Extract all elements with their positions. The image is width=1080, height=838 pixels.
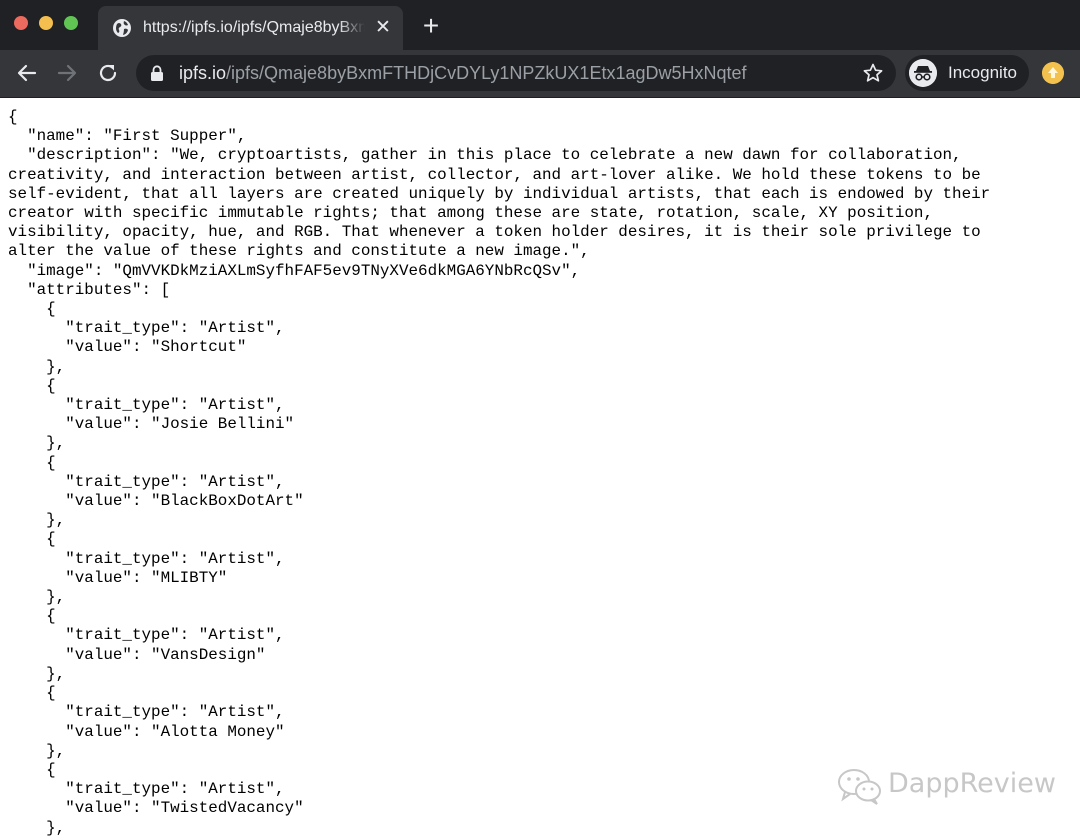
tab-title: https://ipfs.io/ipfs/Qmaje8byBxmFTHDjCvD… [143,19,365,36]
json-line: "image": "QmVVKDkMziAXLmSyfhFAF5ev9TNyXV… [8,261,581,280]
incognito-profile-button[interactable]: Incognito [905,55,1029,91]
json-line: "value": "VansDesign" [8,645,266,664]
minimize-window-button[interactable] [39,16,53,30]
close-icon[interactable]: ✕ [372,17,394,39]
json-line: }, [8,818,66,837]
json-line: "trait_type": "Artist", [8,319,285,338]
maximize-window-button[interactable] [64,16,78,30]
json-line: "value": "Josie Bellini" [8,415,295,434]
json-line: { [8,108,18,126]
json-line: "value": "BlackBoxDotArt" [8,492,304,511]
json-line: "description": "We, cryptoartists, gathe… [8,146,962,165]
lock-icon[interactable] [150,65,164,81]
json-line: "trait_type": "Artist", [8,626,285,645]
json-line: alter the value of these rights and cons… [8,242,590,261]
json-line: "trait_type": "Artist", [8,703,285,722]
json-line: "attributes": [ [8,280,171,299]
json-line: }, [8,357,66,376]
plus-icon[interactable]: + [418,12,444,40]
json-line: creator with specific immutable rights; … [8,204,933,223]
json-line: visibility, opacity, hue, and RGB. That … [8,223,981,242]
json-line: creativity, and interaction between arti… [8,165,981,184]
json-line: "name": "First Supper", [8,127,247,146]
close-window-button[interactable] [14,16,28,30]
address-host: ipfs.io [179,63,227,83]
json-line: }, [8,588,66,607]
json-line: }, [8,741,66,760]
json-document: { "name": "First Supper", "description":… [8,108,990,838]
address-url: ipfs.io/ipfs/Qmaje8byBxmFTHDjCvDYLy1NPZk… [179,63,747,84]
json-line: }, [8,664,66,683]
arrow-left-icon[interactable] [12,59,42,87]
address-path: /ipfs/Qmaje8byBxmFTHDjCvDYLy1NPZkUX1Etx1… [226,63,747,83]
json-line: }, [8,511,66,530]
wechat-icon [838,769,881,805]
star-icon[interactable] [862,62,884,84]
json-line: { [8,684,56,703]
json-line: "value": "Alotta Money" [8,722,285,741]
json-line: }, [8,434,66,453]
arrow-right-icon[interactable] [52,59,82,87]
json-line: "trait_type": "Artist", [8,396,285,415]
json-line: "value": "MLIBTY" [8,568,228,587]
watermark-text: DappReview [888,768,1056,799]
json-line: "trait_type": "Artist", [8,472,285,491]
address-bar[interactable]: ipfs.io/ipfs/Qmaje8byBxmFTHDjCvDYLy1NPZk… [136,55,896,91]
json-line: "value": "Shortcut" [8,338,247,357]
reload-icon[interactable] [93,59,123,87]
profile-label: Incognito [948,63,1017,82]
json-line: { [8,453,56,472]
incognito-icon [909,59,937,87]
browser-toolbar: ipfs.io/ipfs/Qmaje8byBxmFTHDjCvDYLy1NPZk… [0,50,1080,98]
browser-tab-strip: https://ipfs.io/ipfs/Qmaje8byBxmFTHDjCvD… [0,0,1080,50]
json-line: { [8,376,56,395]
json-line: { [8,530,56,549]
json-line: "trait_type": "Artist", [8,549,285,568]
json-line: { [8,607,56,626]
globe-icon [113,19,131,37]
watermark: DappReview [836,764,1066,808]
extension-icon[interactable] [1042,62,1064,84]
json-line: { [8,300,56,319]
json-line: self-evident, that all layers are create… [8,184,991,203]
browser-tab[interactable]: https://ipfs.io/ipfs/Qmaje8byBxmFTHDjCvD… [98,6,403,50]
